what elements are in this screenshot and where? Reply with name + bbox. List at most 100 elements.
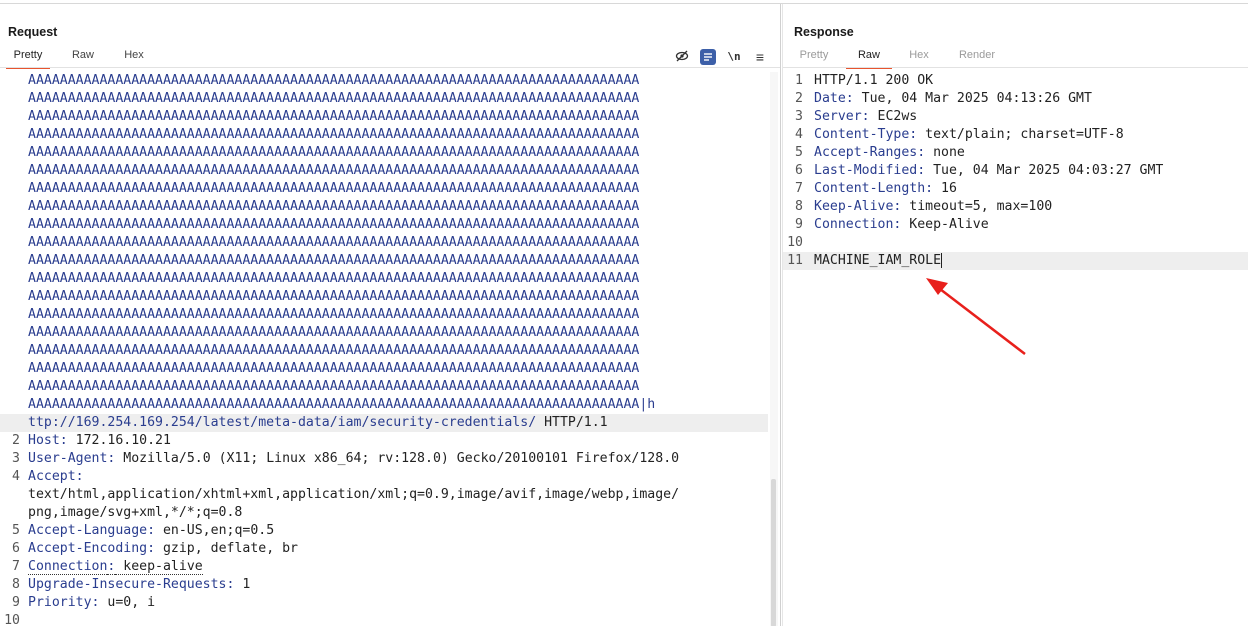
request-line-text: Accept: [28, 468, 84, 486]
header-name: Content-Length: [814, 181, 934, 196]
line-number: 4 [795, 127, 803, 142]
newline-icon[interactable]: \n [726, 49, 742, 65]
line-number: 6 [795, 163, 803, 178]
header-name: Priority [28, 595, 92, 610]
header-colon: : [75, 469, 84, 484]
request-line-text: AAAAAAAAAAAAAAAAAAAAAAAAAAAAAAAAAAAAAAAA… [28, 379, 640, 394]
header-name: Server: [814, 109, 870, 124]
request-line-text: AAAAAAAAAAAAAAAAAAAAAAAAAAAAAAAAAAAAAAAA… [28, 163, 640, 178]
header-value: Tue, 04 Mar 2025 04:03:27 GMT [925, 163, 1164, 178]
request-line-text: png,image/svg+xml,*/*;q=0.8 [28, 504, 242, 522]
request-tabs: Pretty Raw Hex [0, 47, 780, 69]
header-value: Keep-Alive [901, 217, 989, 232]
request-line-text: AAAAAAAAAAAAAAAAAAAAAAAAAAAAAAAAAAAAAAAA… [28, 343, 640, 358]
header-colon: : [147, 541, 156, 556]
request-line-text: User-Agent: Mozilla/5.0 (X11; Linux x86_… [28, 450, 679, 468]
pane-divider[interactable] [780, 4, 781, 626]
line-number: 2 [12, 433, 20, 448]
line-number: 7 [12, 559, 20, 574]
header-name: Accept [28, 469, 76, 484]
header-value: png,image/svg+xml,*/*;q=0.8 [28, 505, 243, 520]
line-number: 8 [795, 199, 803, 214]
tab-raw[interactable]: Raw [64, 47, 102, 67]
line-number: 3 [795, 109, 803, 124]
header-colon: : [59, 433, 68, 448]
response-line-text: MACHINE_IAM_ROLE [814, 252, 943, 270]
header-name: User-Agent [28, 451, 108, 466]
wrap-lines-icon[interactable] [700, 49, 716, 65]
header-name: Connection: [814, 217, 902, 232]
request-editor[interactable]: AAAAAAAAAAAAAAAAAAAAAAAAAAAAAAAAAAAAAAAA… [0, 72, 780, 626]
tab-hex[interactable]: Hex [901, 47, 937, 67]
response-title: Response [794, 25, 854, 39]
line-number: 5 [12, 523, 20, 538]
tab-raw[interactable]: Raw [846, 47, 892, 69]
response-line-text: Keep-Alive: timeout=5, max=100 [814, 198, 1052, 216]
header-name: Upgrade-Insecure-Requests [28, 577, 227, 592]
header-name: Last-Modified: [814, 163, 926, 178]
header-name: Keep-Alive: [814, 199, 902, 214]
header-value: en-US,en;q=0.5 [155, 523, 275, 538]
eye-slash-icon[interactable] [674, 49, 690, 65]
request-line-text: Accept-Encoding: gzip, deflate, br [28, 540, 298, 558]
request-line-text: AAAAAAAAAAAAAAAAAAAAAAAAAAAAAAAAAAAAAAAA… [28, 127, 640, 142]
request-title: Request [8, 25, 58, 39]
response-line-text: Date: Tue, 04 Mar 2025 04:13:26 GMT [814, 90, 1092, 108]
line-number: 5 [795, 145, 803, 160]
request-line-text: AAAAAAAAAAAAAAAAAAAAAAAAAAAAAAAAAAAAAAAA… [28, 199, 640, 214]
response-tabs: Pretty Raw Hex Render [783, 47, 1248, 69]
request-line-text: AAAAAAAAAAAAAAAAAAAAAAAAAAAAAAAAAAAAAAAA… [28, 271, 640, 286]
line-number: 8 [12, 577, 20, 592]
header-value: none [925, 145, 965, 160]
request-pane: Request Pretty Raw Hex \n ≡ AAAAAAAAAAAA… [0, 4, 780, 626]
response-line-text: Connection: Keep-Alive [814, 216, 989, 234]
response-line-text: HTTP/1.1 200 OK [814, 72, 933, 90]
header-name: Host [28, 433, 60, 448]
header-value: u=0, i [99, 595, 156, 610]
request-toolbar: \n ≡ [668, 49, 768, 65]
request-line-text: Host: 172.16.10.21 [28, 432, 171, 450]
request-line-text: AAAAAAAAAAAAAAAAAAAAAAAAAAAAAAAAAAAAAAAA… [28, 253, 640, 268]
request-line-text: Priority: u=0, i [28, 594, 155, 612]
request-line-text: AAAAAAAAAAAAAAAAAAAAAAAAAAAAAAAAAAAAAAAA… [28, 307, 640, 322]
line-number: 10 [4, 613, 20, 626]
menu-icon[interactable]: ≡ [752, 49, 768, 65]
header-value: EC2ws [869, 109, 918, 124]
header-colon: : [147, 523, 156, 538]
line-number: 7 [795, 181, 803, 196]
response-pane: Response Pretty Raw Hex Render 1 HTTP/1.1… [783, 4, 1248, 626]
response-body: MACHINE_IAM_ROLE [814, 253, 942, 268]
tab-pretty[interactable]: Pretty [6, 47, 50, 69]
header-name: Content-Type: [814, 127, 918, 142]
line-number: 4 [12, 469, 20, 484]
response-line-text: Server: EC2ws [814, 108, 917, 126]
request-line-text: AAAAAAAAAAAAAAAAAAAAAAAAAAAAAAAAAAAAAAAA… [28, 109, 640, 124]
header-name: Date: [814, 91, 854, 106]
line-number: 1 [795, 73, 803, 88]
header-value: 1 [234, 577, 251, 592]
request-url: ttp://169.254.169.254/latest/meta-data/i… [28, 415, 537, 430]
header-name: Accept-Language [28, 523, 148, 538]
request-line-text: AAAAAAAAAAAAAAAAAAAAAAAAAAAAAAAAAAAAAAAA… [28, 361, 640, 376]
line-number: 3 [12, 451, 20, 466]
header-value: HTTP/1.1 200 OK [814, 73, 934, 88]
line-number: 9 [12, 595, 20, 610]
request-line-text: AAAAAAAAAAAAAAAAAAAAAAAAAAAAAAAAAAAAAAAA… [28, 289, 640, 304]
header-value: keep-alive [115, 559, 203, 575]
header-value: text/html,application/xhtml+xml,applicat… [28, 487, 680, 502]
response-line-text: Content-Length: 16 [814, 180, 957, 198]
request-line-text: Accept-Language: en-US,en;q=0.5 [28, 522, 274, 540]
response-editor[interactable]: 1 HTTP/1.1 200 OK 2 Date: Tue, 04 Mar 2025 … [783, 72, 1248, 626]
request-line-text: AAAAAAAAAAAAAAAAAAAAAAAAAAAAAAAAAAAAAAAA… [28, 397, 656, 412]
request-line-text: AAAAAAAAAAAAAAAAAAAAAAAAAAAAAAAAAAAAAAAA… [28, 145, 640, 160]
tab-pretty[interactable]: Pretty [791, 47, 837, 67]
header-value: 16 [933, 181, 957, 196]
tab-hex[interactable]: Hex [116, 47, 152, 67]
header-value: text/plain; charset=UTF-8 [917, 127, 1124, 142]
response-line-text: Accept-Ranges: none [814, 144, 965, 162]
header-name: Accept-Ranges: [814, 145, 926, 160]
tab-divider [783, 67, 1248, 68]
tab-render[interactable]: Render [953, 47, 1001, 67]
request-line-text: text/html,application/xhtml+xml,applicat… [28, 486, 679, 504]
request-protocol: HTTP/1.1 [536, 415, 608, 430]
